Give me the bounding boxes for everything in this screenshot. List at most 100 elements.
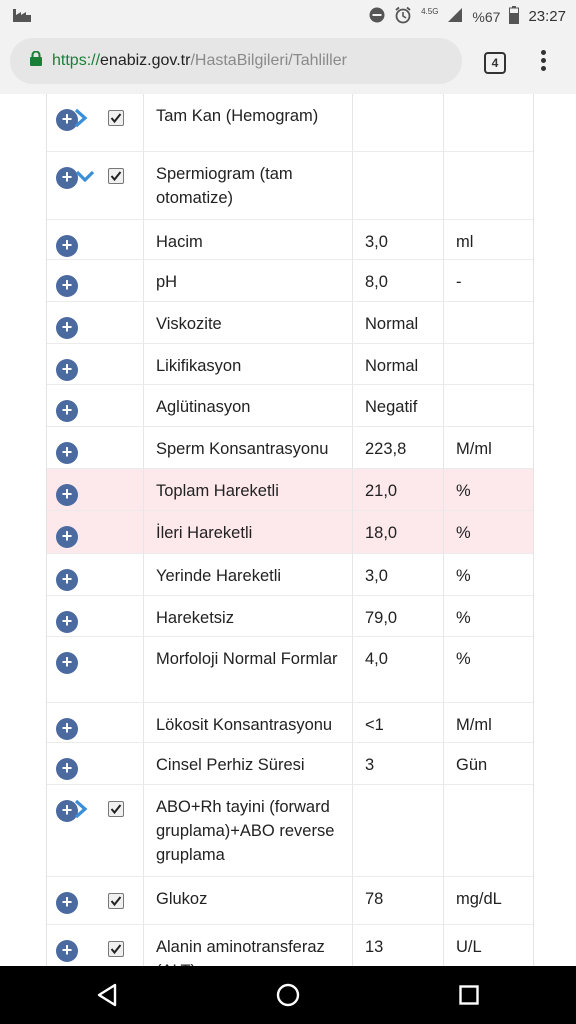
expand-plus-icon[interactable]: + (56, 359, 78, 381)
test-unit (443, 152, 533, 219)
test-name: Sperm Konsantrasyonu (143, 427, 352, 468)
test-name: Viskozite (143, 302, 352, 343)
test-unit (443, 344, 533, 384)
row-controls: + (47, 385, 143, 426)
expand-plus-icon[interactable]: + (56, 892, 78, 914)
test-unit: % (443, 596, 533, 636)
alarm-icon (394, 6, 412, 27)
expand-plus-icon[interactable]: + (56, 526, 78, 548)
test-value: 3 (352, 743, 443, 784)
test-unit (443, 302, 533, 343)
row-controls: + (47, 427, 143, 468)
table-row: + Glukoz 78 mg/dL (47, 877, 533, 925)
test-name: ABO+Rh tayini (forward gruplama)+ABO rev… (143, 785, 352, 876)
chevron-down-icon[interactable] (73, 168, 97, 189)
table-row: + pH 8,0- (47, 260, 533, 302)
page-content: + Tam Kan (Hemogram) + Spermiogram (tam oto… (0, 94, 576, 966)
back-icon[interactable] (96, 983, 118, 1012)
test-name: Hareketsiz (143, 596, 352, 636)
expand-plus-icon[interactable]: + (56, 400, 78, 422)
system-nav-bar (0, 966, 576, 1024)
test-unit: M/ml (443, 703, 533, 742)
do-not-disturb-icon (369, 7, 385, 26)
tab-switcher-button[interactable]: 4 (484, 52, 506, 74)
expand-plus-icon[interactable]: + (56, 569, 78, 591)
test-unit (443, 94, 533, 151)
table-row: + Hacim 3,0 ml (47, 220, 533, 260)
row-checkbox[interactable] (108, 168, 124, 184)
table-row: + ABO+Rh tayini (forward gruplama)+ABO re… (47, 785, 533, 877)
table-row: + Yerinde Hareketli 3,0% (47, 554, 533, 596)
row-controls: + (47, 785, 143, 876)
row-controls: + (47, 220, 143, 259)
row-controls: + (47, 596, 143, 636)
test-value (352, 785, 443, 876)
table-row: + Viskozite Normal (47, 302, 533, 344)
test-name: İleri Hareketli (143, 511, 352, 553)
home-icon[interactable] (276, 983, 300, 1012)
table-row: + Toplam Hareketli 21,0% (47, 469, 533, 511)
row-controls: + (47, 469, 143, 510)
expand-plus-icon[interactable]: + (56, 718, 78, 740)
expand-plus-icon[interactable]: + (56, 758, 78, 780)
row-checkbox[interactable] (108, 941, 124, 957)
test-name: Toplam Hareketli (143, 469, 352, 510)
expand-plus-icon[interactable]: + (56, 940, 78, 962)
expand-plus-icon[interactable]: + (56, 275, 78, 297)
table-row: + Likifikasyon Normal (47, 344, 533, 385)
test-unit: U/L (443, 925, 533, 966)
table-row: + Tam Kan (Hemogram) (47, 94, 533, 152)
test-value: Negatif (352, 385, 443, 426)
table-row: + Sperm Konsantrasyonu 223,8 M/ml (47, 427, 533, 469)
row-controls: + (47, 344, 143, 384)
url-path: /HastaBilgileri/Tahliller (190, 52, 347, 69)
expand-plus-icon[interactable]: + (56, 484, 78, 506)
url-bar[interactable]: https://enabiz.gov.tr/HastaBilgileri/Tah… (10, 38, 462, 84)
test-name: Likifikasyon (143, 344, 352, 384)
test-value: 3,0 (352, 554, 443, 595)
browser-toolbar: https://enabiz.gov.tr/HastaBilgileri/Tah… (0, 30, 576, 94)
expand-plus-icon[interactable]: + (56, 652, 78, 674)
recents-icon[interactable] (459, 985, 479, 1010)
chevron-right-icon[interactable] (73, 797, 89, 826)
test-value: 4,0 (352, 637, 443, 702)
test-unit: mg/dL (443, 877, 533, 924)
network-type: 4.5G (421, 7, 439, 16)
expand-plus-icon[interactable]: + (56, 317, 78, 339)
test-unit: % (443, 511, 533, 553)
lock-icon (30, 50, 42, 71)
test-unit: ml (443, 220, 533, 259)
results-table: + Tam Kan (Hemogram) + Spermiogram (tam oto… (46, 94, 534, 966)
table-row: + Hareketsiz 79,0% (47, 596, 533, 637)
row-checkbox[interactable] (108, 110, 124, 126)
test-name: Spermiogram (tam otomatize) (143, 152, 352, 219)
test-value: 223,8 (352, 427, 443, 468)
test-name: Hacim (143, 220, 352, 259)
test-value: 13 (352, 925, 443, 966)
test-name: Cinsel Perhiz Süresi (143, 743, 352, 784)
url-host: enabiz.gov.tr (100, 52, 191, 69)
row-controls: + (47, 703, 143, 742)
test-value: 79,0 (352, 596, 443, 636)
row-controls: + (47, 94, 143, 151)
expand-plus-icon[interactable]: + (56, 442, 78, 464)
table-row: + İleri Hareketli 18,0% (47, 511, 533, 554)
test-name: Glukoz (143, 877, 352, 924)
expand-plus-icon[interactable]: + (56, 611, 78, 633)
test-unit: - (443, 260, 533, 301)
test-name: Lökosit Konsantrasyonu (143, 703, 352, 742)
signal-icon (447, 7, 463, 26)
test-value: 78 (352, 877, 443, 924)
test-unit: M/ml (443, 427, 533, 468)
row-checkbox[interactable] (108, 893, 124, 909)
test-value: 8,0 (352, 260, 443, 301)
test-value (352, 94, 443, 151)
test-value: 21,0 (352, 469, 443, 510)
table-row: + Lökosit Konsantrasyonu <1 M/ml (47, 703, 533, 743)
table-row: + Morfoloji Normal Formlar 4,0% (47, 637, 533, 703)
row-checkbox[interactable] (108, 801, 124, 817)
chevron-right-icon[interactable] (73, 106, 89, 135)
overflow-menu-icon[interactable] (537, 50, 549, 76)
expand-plus-icon[interactable]: + (56, 235, 78, 257)
test-value: <1 (352, 703, 443, 742)
